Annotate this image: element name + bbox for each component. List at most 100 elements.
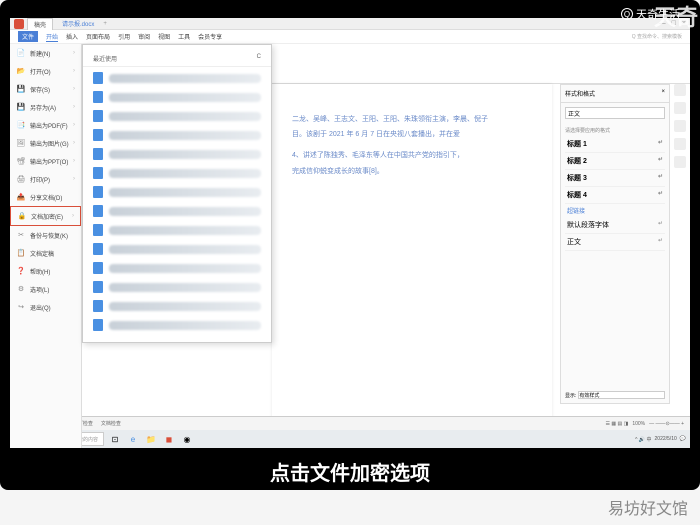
wps-taskbar-icon[interactable]: ◼ bbox=[162, 432, 176, 446]
hyperlink-style[interactable]: 超链接 bbox=[565, 204, 665, 217]
tab-doc[interactable]: 请示报.docx bbox=[56, 18, 100, 29]
doc-icon bbox=[93, 300, 103, 312]
panel-close[interactable]: × bbox=[661, 89, 665, 98]
styles-panel: 样式和格式× 请选择要应用的格式 标题 1↵标题 2↵标题 3↵标题 4↵ 超链… bbox=[560, 84, 670, 404]
file-menu-item-0[interactable]: 📄新建(N)› bbox=[10, 44, 81, 62]
side-icon-4[interactable] bbox=[674, 138, 686, 150]
tab-home[interactable]: 稿壳 bbox=[27, 18, 53, 30]
recent-item[interactable] bbox=[93, 203, 261, 219]
file-item-label: 另存为(A) bbox=[30, 103, 56, 112]
recent-item[interactable] bbox=[93, 127, 261, 143]
file-item-label: 打开(O) bbox=[30, 67, 51, 76]
blurred-filename bbox=[109, 321, 261, 330]
ribbon-tab-layout[interactable]: 页面布局 bbox=[86, 32, 110, 41]
side-icon-3[interactable] bbox=[674, 120, 686, 132]
folder-icon[interactable]: 📁 bbox=[144, 432, 158, 446]
style-item-2[interactable]: 标题 3↵ bbox=[565, 170, 665, 187]
edge-icon[interactable]: e bbox=[126, 432, 140, 446]
doc-icon bbox=[93, 148, 103, 160]
file-menu-item-11[interactable]: 📋文档定稿 bbox=[10, 244, 81, 262]
blurred-filename bbox=[109, 150, 261, 159]
file-menu-item-10[interactable]: ✂备份与恢复(K) bbox=[10, 226, 81, 244]
ribbon-tab-insert[interactable]: 插入 bbox=[66, 32, 78, 41]
file-item-icon: 📋 bbox=[16, 248, 26, 258]
recent-item[interactable] bbox=[93, 317, 261, 333]
doc-icon bbox=[93, 186, 103, 198]
recent-item[interactable] bbox=[93, 146, 261, 162]
show-select[interactable] bbox=[578, 391, 665, 399]
recent-item[interactable] bbox=[93, 260, 261, 276]
tab-add[interactable]: + bbox=[103, 21, 107, 27]
file-menu-item-12[interactable]: ❓帮助(H) bbox=[10, 262, 81, 280]
doc-icon bbox=[93, 243, 103, 255]
recent-item[interactable] bbox=[93, 70, 261, 86]
zoom-level[interactable]: 100% bbox=[632, 421, 645, 427]
file-menu-item-3[interactable]: 💾另存为(A)› bbox=[10, 98, 81, 116]
side-icon-1[interactable] bbox=[674, 84, 686, 96]
side-icon-2[interactable] bbox=[674, 102, 686, 114]
blurred-filename bbox=[109, 112, 261, 121]
recent-item[interactable] bbox=[93, 279, 261, 295]
doc-icon bbox=[93, 129, 103, 141]
recent-item[interactable] bbox=[93, 222, 261, 238]
ribbon-tab-review[interactable]: 审阅 bbox=[138, 32, 150, 41]
doc-icon bbox=[93, 205, 103, 217]
file-item-label: 文档加密(E) bbox=[31, 212, 63, 221]
panel-subtitle: 请选择要应用的格式 bbox=[565, 127, 665, 134]
style-item-1[interactable]: 标题 2↵ bbox=[565, 153, 665, 170]
blurred-filename bbox=[109, 226, 261, 235]
ribbon-tab-view[interactable]: 视图 bbox=[158, 32, 170, 41]
blurred-filename bbox=[109, 169, 261, 178]
document-page: 二龙、吴峰、王志文、王阳、王阳、朱珠领衔主演，李晨、倪子 目。该剧于 2021 … bbox=[272, 84, 552, 444]
taskbar-clock[interactable]: 2022/5/10 bbox=[655, 436, 677, 442]
recent-item[interactable] bbox=[93, 184, 261, 200]
doc-line-4: 完成信仰蜕变成长的故事[8]。 bbox=[292, 166, 532, 177]
style-extra-0[interactable]: 默认段落字体↵ bbox=[565, 217, 665, 234]
ribbon-tab-start[interactable]: 开始 bbox=[46, 32, 58, 42]
doc-check[interactable]: 文档检查 bbox=[101, 420, 121, 427]
doc-icon bbox=[93, 167, 103, 179]
recent-item[interactable] bbox=[93, 298, 261, 314]
side-icon-5[interactable] bbox=[674, 156, 686, 168]
recent-item[interactable] bbox=[93, 165, 261, 181]
file-menu-item-5[interactable]: 🖼输出为图片(G)› bbox=[10, 134, 81, 152]
ribbon-tab-tools[interactable]: 工具 bbox=[178, 32, 190, 41]
file-item-icon: 💾 bbox=[16, 102, 26, 112]
file-item-icon: ⚙ bbox=[16, 284, 26, 294]
file-item-icon: 📽 bbox=[16, 156, 26, 166]
task-view-icon[interactable]: ⊡ bbox=[108, 432, 122, 446]
file-menu-item-7[interactable]: 🖨打印(P)› bbox=[10, 170, 81, 188]
recent-clear[interactable]: C bbox=[257, 54, 261, 63]
recent-title: 最近使用 bbox=[93, 54, 117, 63]
style-item-3[interactable]: 标题 4↵ bbox=[565, 187, 665, 204]
file-item-icon: 📂 bbox=[16, 66, 26, 76]
ribbon-tab-vip[interactable]: 会员专享 bbox=[198, 32, 222, 41]
recent-item[interactable] bbox=[93, 89, 261, 105]
recent-item[interactable] bbox=[93, 241, 261, 257]
file-item-icon: ❓ bbox=[16, 266, 26, 276]
style-extra-1[interactable]: 正文↵ bbox=[565, 234, 665, 251]
current-style[interactable] bbox=[565, 107, 665, 119]
file-menu-item-4[interactable]: 📑输出为PDF(F)› bbox=[10, 116, 81, 134]
file-menu-item-14[interactable]: ↪退出(Q) bbox=[10, 298, 81, 316]
file-item-label: 打印(P) bbox=[30, 175, 50, 184]
ribbon-tab-ref[interactable]: 引用 bbox=[118, 32, 130, 41]
app-icon[interactable]: ◉ bbox=[180, 432, 194, 446]
recent-item[interactable] bbox=[93, 108, 261, 124]
file-item-label: 退出(Q) bbox=[30, 303, 51, 312]
file-menu-item-6[interactable]: 📽输出为PPT(O)› bbox=[10, 152, 81, 170]
ribbon-tabs: 文件 开始 插入 页面布局 引用 审阅 视图 工具 会员专享 Q 查找命令、搜索… bbox=[10, 30, 690, 44]
ribbon-search[interactable]: Q 查找命令、搜索模板 bbox=[632, 33, 682, 40]
style-item-0[interactable]: 标题 1↵ bbox=[565, 136, 665, 153]
file-item-label: 输出为PPT(O) bbox=[30, 157, 68, 166]
doc-icon bbox=[93, 91, 103, 103]
file-menu-item-8[interactable]: 📤分享文档(D) bbox=[10, 188, 81, 206]
video-caption: 点击文件加密选项 bbox=[258, 453, 442, 490]
doc-line-2: 目。该剧于 2021 年 6 月 7 日在央视八套播出，并在爱 bbox=[292, 129, 532, 140]
file-menu-item-13[interactable]: ⚙选项(L) bbox=[10, 280, 81, 298]
file-item-icon: 📑 bbox=[16, 120, 26, 130]
file-menu-item-2[interactable]: 💾保存(S)› bbox=[10, 80, 81, 98]
file-menu-item-1[interactable]: 📂打开(O)› bbox=[10, 62, 81, 80]
file-menu-item-9[interactable]: 🔒文档加密(E)› bbox=[10, 206, 81, 226]
ribbon-tab-file[interactable]: 文件 bbox=[18, 31, 38, 42]
